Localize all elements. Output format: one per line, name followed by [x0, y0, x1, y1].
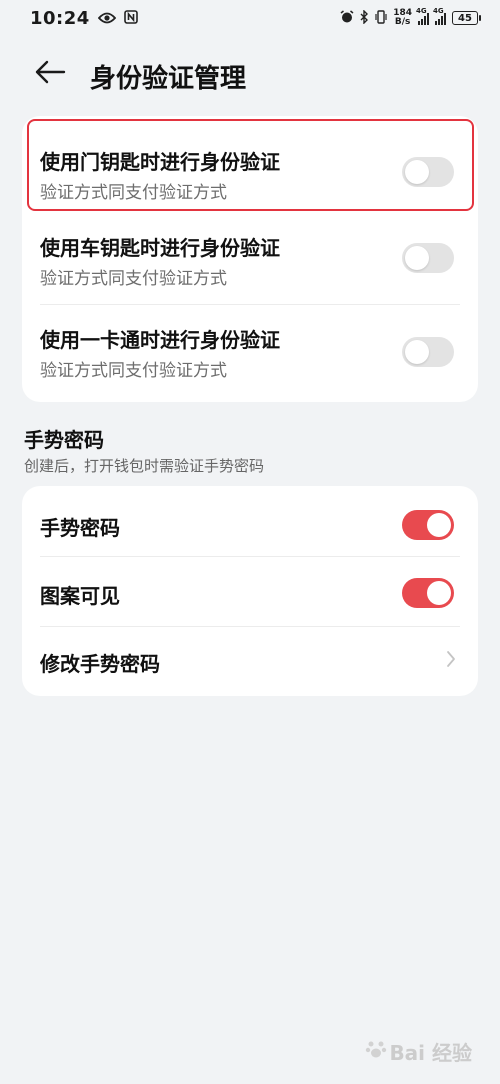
watermark: Bai 经验	[365, 1037, 472, 1066]
gesture-password-toggle[interactable]	[402, 510, 454, 540]
vibrate-icon	[375, 9, 387, 28]
alarm-icon	[340, 9, 354, 28]
arrow-left-icon	[34, 60, 66, 88]
row-title: 修改手势密码	[40, 652, 160, 676]
section-subtitle: 创建后，打开钱包时需验证手势密码	[24, 457, 265, 475]
signal-icon: 4G	[433, 7, 446, 25]
signal-tag: 4G	[433, 7, 444, 15]
bluetooth-icon	[360, 8, 369, 28]
signal-tag: 4G	[416, 7, 427, 15]
car-key-auth-toggle[interactable]	[402, 243, 454, 273]
auth-row-car-key[interactable]: 使用车钥匙时进行身份验证 验证方式同支付验证方式	[22, 212, 478, 304]
battery-level: 45	[458, 12, 472, 24]
section-title: 手势密码	[24, 428, 104, 452]
row-title: 图案可见	[40, 584, 120, 608]
watermark-text: Bai 经验	[389, 1041, 472, 1065]
modify-gesture-password-row[interactable]: 修改手势密码	[22, 626, 478, 696]
transit-card-auth-toggle[interactable]	[402, 337, 454, 367]
nfc-icon	[123, 9, 138, 28]
row-subtitle: 验证方式同支付验证方式	[40, 361, 227, 381]
row-title: 使用门钥匙时进行身份验证	[40, 150, 280, 174]
page-title: 身份验证管理	[90, 64, 247, 94]
gesture-password-row[interactable]: 手势密码	[22, 486, 478, 556]
chevron-right-icon	[446, 650, 456, 672]
back-button[interactable]	[28, 56, 72, 92]
row-title: 使用车钥匙时进行身份验证	[40, 236, 280, 260]
auth-settings-card: 使用门钥匙时进行身份验证 验证方式同支付验证方式 使用车钥匙时进行身份验证 验证…	[22, 116, 478, 402]
auth-row-door-key[interactable]: 使用门钥匙时进行身份验证 验证方式同支付验证方式	[22, 116, 478, 212]
row-title: 使用一卡通时进行身份验证	[40, 328, 280, 352]
row-subtitle: 验证方式同支付验证方式	[40, 269, 227, 289]
signal-icon: 4G	[416, 7, 429, 25]
status-time: 10:24	[30, 7, 90, 29]
eye-icon	[97, 9, 117, 28]
row-title: 手势密码	[40, 516, 120, 540]
pattern-visible-toggle[interactable]	[402, 578, 454, 608]
auth-row-transit-card[interactable]: 使用一卡通时进行身份验证 验证方式同支付验证方式	[22, 304, 478, 402]
battery-icon: 45	[452, 11, 481, 25]
app-header: 身份验证管理	[0, 48, 500, 100]
row-subtitle: 验证方式同支付验证方式	[40, 183, 227, 203]
status-bar: 10:24 184 B/s 4G 4G 45	[0, 0, 500, 36]
gesture-settings-card: 手势密码 图案可见 修改手势密码	[22, 486, 478, 696]
door-key-auth-toggle[interactable]	[402, 157, 454, 187]
network-speed: 184 B/s	[393, 9, 412, 27]
speed-unit: B/s	[394, 17, 411, 27]
pattern-visible-row[interactable]: 图案可见	[22, 556, 478, 626]
paw-icon	[365, 1038, 387, 1065]
